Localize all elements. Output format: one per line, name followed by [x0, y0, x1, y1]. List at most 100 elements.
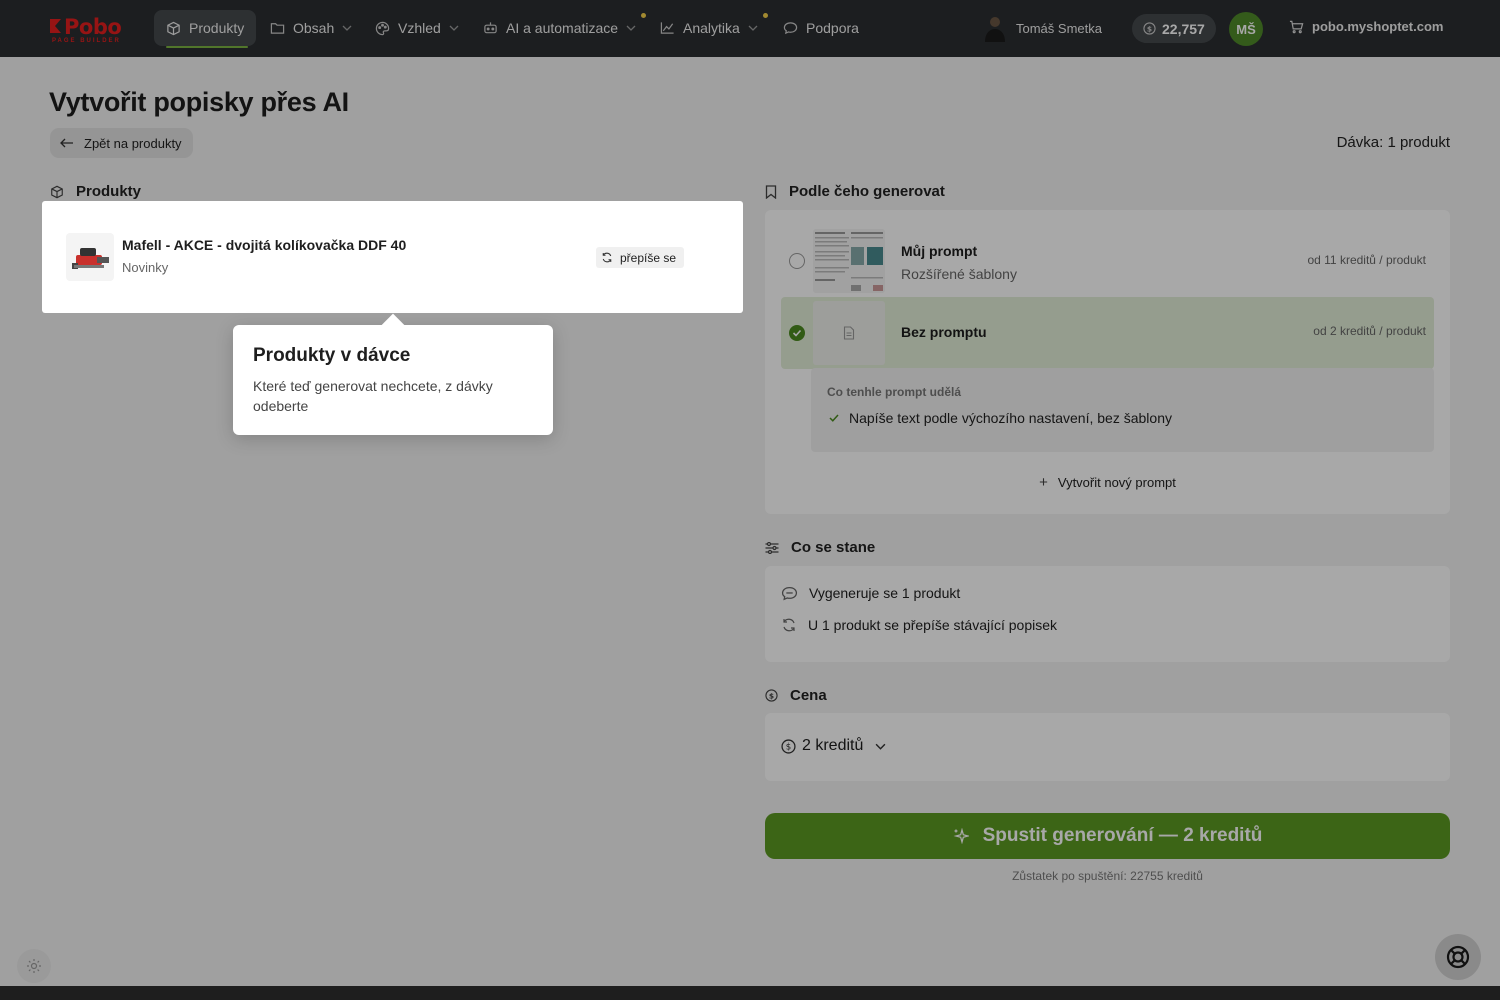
chevron-down-icon [626, 25, 636, 31]
radio-button[interactable] [789, 253, 805, 269]
batch-count: Dávka: 1 produkt [1336, 134, 1450, 151]
happen-row-text: Vygeneruje se 1 produkt [809, 585, 961, 601]
prompt-explanation-heading: Co tenhle prompt udělá [827, 385, 962, 399]
chevron-down-icon [875, 743, 886, 750]
chart-icon [660, 22, 674, 34]
prompt-explanation-item: Napíše text podle výchozího nastavení, b… [829, 410, 1172, 426]
happen-row-text: U 1 produkt se přepíše stávající popisek [808, 617, 1058, 633]
radio-button-checked[interactable] [789, 325, 805, 341]
prompt-explanation-text: Napíše text podle výchozího nastavení, b… [849, 410, 1172, 426]
product-item[interactable]: Mafell - AKCE - dvojitá kolíkovačka DDF … [50, 209, 735, 305]
prompt-option-title: Bez promptu [901, 324, 987, 340]
price-card: $ 2 kreditů [765, 713, 1450, 781]
check-icon [792, 329, 802, 337]
prompt-explanation: Co tenhle prompt udělá Napíše text podle… [811, 368, 1434, 452]
pobo-logo[interactable]: Pobo PAGE BUILDER [48, 14, 132, 44]
prompt-template-thumbnail [813, 229, 885, 293]
logo-text: Pobo [64, 15, 122, 39]
prompt-option-my-prompt[interactable]: Můj prompt Rozšířené šablony od 11 kredi… [781, 225, 1434, 297]
settings-button[interactable] [17, 949, 51, 983]
notification-dot [641, 13, 646, 18]
prompt-heading-label: Podle čeho generovat [789, 183, 945, 200]
nav-label: Produkty [189, 20, 245, 36]
product-name: Mafell - AKCE - dvojitá kolíkovačka DDF … [122, 237, 407, 253]
happen-row-overwrite: U 1 produkt se přepíše stávající popisek [781, 617, 1057, 633]
help-button[interactable] [1435, 934, 1481, 980]
back-button-label: Zpět na produkty [84, 135, 182, 151]
box-icon [51, 185, 63, 198]
prompt-option-title: Můj prompt [901, 243, 978, 259]
start-generation-button[interactable]: Spustit generování — 2 kreditů [765, 813, 1450, 859]
create-new-prompt-button[interactable]: + Vytvořit nový prompt [765, 474, 1450, 491]
overwrite-badge: přepíše se [596, 247, 685, 268]
check-icon [829, 414, 839, 422]
plus-icon: + [1039, 474, 1048, 491]
nav-label: AI a automatizace [506, 20, 619, 36]
chevron-down-icon [449, 25, 459, 31]
product-category: Novinky [122, 260, 169, 275]
svg-text:$: $ [769, 691, 774, 700]
user-photo [985, 17, 1005, 42]
page-title: Vytvořit popisky přes AI [49, 87, 349, 117]
folder-icon [270, 23, 285, 34]
chevron-down-icon [342, 25, 352, 31]
document-icon [843, 326, 855, 340]
nav-label: Podpora [806, 20, 859, 36]
prompt-option-no-prompt[interactable]: Bez promptu od 2 kreditů / produkt [781, 297, 1434, 369]
nav-item-vzhled[interactable]: Vzhled [363, 10, 471, 46]
bookmark-icon [765, 184, 777, 199]
nav-item-ai-automatizace[interactable]: AI a automatizace [471, 10, 648, 46]
happen-row-generate: Vygeneruje se 1 produkt [781, 585, 960, 601]
overwrite-badge-label: přepíše se [620, 250, 677, 265]
svg-text:$: $ [786, 742, 791, 752]
avatar[interactable]: MŠ [1229, 12, 1263, 46]
prompt-option-subtitle: Rozšířené šablony [901, 266, 1017, 282]
user-name: Tomáš Smetka [1016, 20, 1102, 36]
back-to-products-button[interactable]: Zpět na produkty [50, 128, 193, 158]
arrow-left-icon [60, 138, 73, 148]
happen-heading: Co se stane [765, 539, 875, 556]
sparkle-icon [953, 828, 969, 844]
tooltip-text: Které teď generovat nechcete, z dávky od… [253, 378, 493, 414]
product-thumbnail [66, 233, 114, 281]
nav-label: Obsah [293, 20, 335, 36]
svg-text:$: $ [1147, 24, 1152, 33]
prompt-heading: Podle čeho generovat [765, 183, 945, 200]
price-dropdown[interactable]: $ 2 kreditů [781, 737, 886, 755]
bottom-bar [0, 986, 1500, 1000]
logo-subtitle: PAGE BUILDER [52, 38, 121, 44]
products-heading-label: Produkty [76, 183, 142, 200]
tour-tooltip: Produkty v dávce Které teď generovat nec… [233, 325, 553, 435]
prompt-option-price: od 11 kreditů / produkt [1307, 253, 1426, 267]
prompt-selection-card: Můj prompt Rozšířené šablony od 11 kredi… [765, 210, 1450, 514]
shop-link[interactable]: pobo.myshoptet.com [1289, 19, 1443, 34]
sliders-icon [765, 541, 779, 554]
palette-icon [375, 21, 390, 35]
credits-value: 22,757 [1162, 20, 1205, 37]
create-new-prompt-label: Vytvořit nový prompt [1057, 475, 1176, 490]
notification-dot [763, 13, 768, 18]
coin-icon: $ [1143, 22, 1156, 35]
refresh-icon [602, 252, 612, 263]
nav-item-produkty[interactable]: Produkty [154, 10, 257, 48]
chevron-down-icon [748, 25, 758, 31]
top-navigation: Pobo PAGE BUILDER Produkty Obsah Vzhled … [0, 0, 1500, 57]
logo-mark-icon [50, 19, 61, 33]
remaining-balance: Zůstatek po spuštění: 22755 kreditů [1012, 869, 1203, 883]
nav-label: Vzhled [398, 20, 441, 36]
no-prompt-thumbnail [813, 301, 885, 365]
products-heading: Produkty [50, 183, 141, 200]
nav-item-obsah[interactable]: Obsah [258, 10, 364, 46]
shop-url: pobo.myshoptet.com [1312, 19, 1444, 34]
nav-label: Analytika [683, 20, 740, 36]
user-menu[interactable]: Tomáš Smetka [983, 14, 1102, 42]
refresh-icon [783, 618, 795, 632]
price-heading: $ Cena [765, 687, 827, 704]
cart-icon [1289, 20, 1304, 33]
nav-item-podpora[interactable]: Podpora [771, 10, 871, 46]
lifebuoy-icon [1446, 945, 1470, 969]
chat-icon [781, 586, 798, 600]
price-heading-label: Cena [790, 687, 827, 704]
credits-balance[interactable]: $ 22,757 [1132, 14, 1216, 43]
nav-item-analytika[interactable]: Analytika [648, 10, 770, 46]
